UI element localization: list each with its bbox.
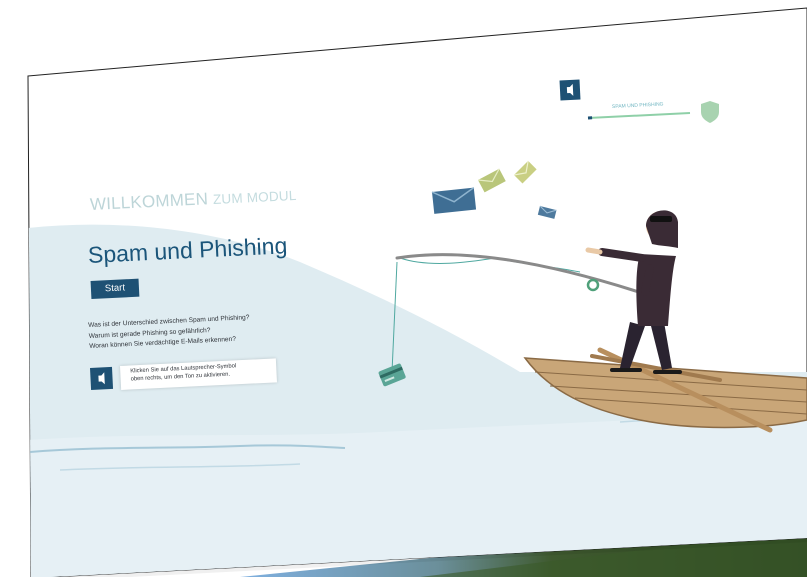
- speaker-icon: [98, 372, 105, 385]
- kicker-light: ZUM MODUL: [212, 187, 297, 207]
- envelope-icon: [431, 187, 477, 214]
- speaker-hint-button[interactable]: [90, 366, 114, 390]
- speaker-icon: [566, 83, 574, 96]
- course-slide: SPAM UND PHISHING WILLKOMMEN ZUM MODUL S…: [0, 0, 807, 577]
- audio-toggle-button[interactable]: [559, 79, 581, 101]
- start-button[interactable]: Start: [90, 278, 140, 299]
